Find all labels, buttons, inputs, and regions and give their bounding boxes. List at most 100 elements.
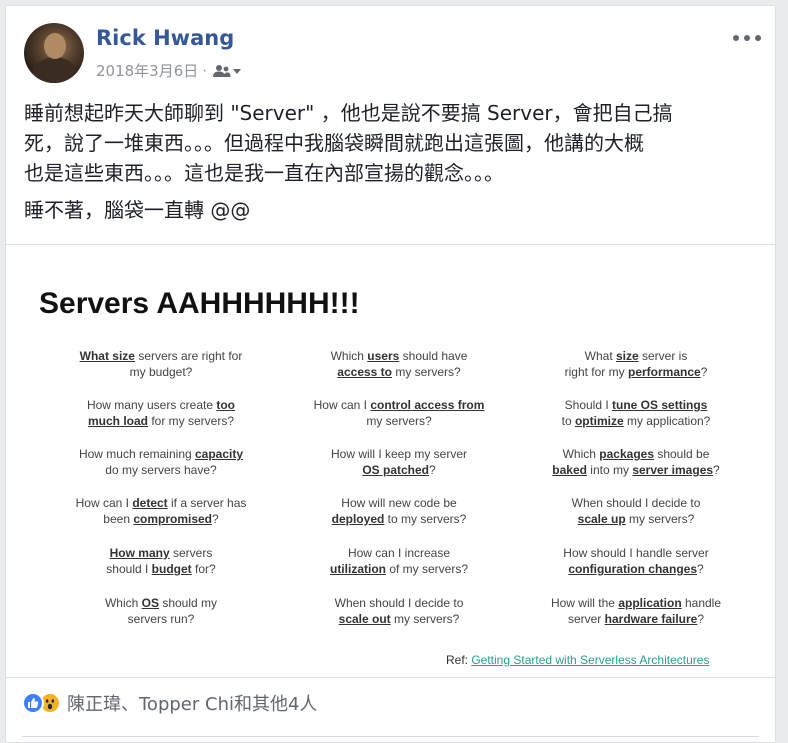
question-keyword: packages — [599, 447, 654, 461]
slide-question-line: to optimize my application? — [521, 413, 751, 429]
question-keyword: server images — [632, 463, 714, 477]
slide-question: Which packages should be baked into my se… — [521, 446, 751, 478]
slide-question: How much remaining capacity do my servers… — [46, 446, 276, 478]
question-keyword: optimize — [574, 414, 624, 428]
post-text: 睡前想起昨天大師聊到 "Server" ，他也是說不要搞 Server，會把自己… — [24, 98, 754, 225]
slide-question-line: my servers? — [284, 413, 514, 429]
reactions-bar[interactable]: 陳正瑋、Topper Chi和其他4人 — [22, 690, 317, 716]
question-text: servers — [169, 546, 213, 560]
slide-question-line: How will I keep my server — [284, 446, 514, 462]
slide-question-line: Should I tune OS settings — [521, 397, 751, 413]
question-keyword: OS — [141, 596, 159, 610]
reactions-label[interactable]: 陳正瑋、Topper Chi和其他4人 — [67, 690, 317, 716]
author-name-link[interactable]: Rick Hwang — [96, 26, 234, 50]
question-text: ? — [700, 365, 708, 379]
question-keyword: capacity — [195, 447, 244, 461]
slide-question: When should I decide to scale out my serv… — [284, 595, 514, 627]
slide-question: What size server is right for my performa… — [521, 348, 751, 380]
question-keyword: detect — [132, 496, 168, 510]
friends-icon[interactable] — [211, 64, 242, 78]
slide-question: How can I detect if a server has been com… — [46, 495, 276, 527]
question-text: ? — [697, 612, 705, 626]
question-text: How will the — [550, 596, 619, 610]
ref-label: Ref: — [446, 653, 472, 667]
slide-question-line: How much remaining capacity — [46, 446, 276, 462]
question-text: When should I decide to — [571, 496, 701, 510]
more-options-button[interactable] — [733, 30, 761, 46]
post-timestamp[interactable]: 2018年3月6日 — [96, 60, 198, 81]
ref-link[interactable]: Getting Started with Serverless Architec… — [471, 653, 709, 667]
question-text: Which — [562, 447, 600, 461]
slide-question-line: much load for my servers? — [46, 413, 276, 429]
slide-question-line: scale out my servers? — [284, 611, 514, 627]
slide-question-line: Which OS should my — [46, 595, 276, 611]
slide-question: Which users should have access to my serv… — [284, 348, 514, 380]
question-text: my budget? — [129, 365, 193, 379]
slide-question-line: deployed to my servers? — [284, 511, 514, 527]
slide-question-line: do my servers have? — [46, 462, 276, 478]
slide-question-line: been compromised? — [46, 511, 276, 527]
slide-question-line: What size servers are right for — [46, 348, 276, 364]
slide-question: How can I increase utilization of my serv… — [284, 545, 514, 577]
slide-question: Which OS should my servers run? — [46, 595, 276, 627]
question-keyword: control access from — [370, 398, 485, 412]
question-text: my servers? — [392, 365, 461, 379]
slide-question-line: servers run? — [46, 611, 276, 627]
slide-question: How many users create too much load for m… — [46, 397, 276, 429]
slide-question-line: configuration changes? — [521, 561, 751, 577]
slide-question: What size servers are right for my budget… — [46, 348, 276, 380]
question-text: my servers? — [625, 512, 695, 526]
question-text: should have — [399, 349, 468, 363]
question-text: should be — [654, 447, 710, 461]
question-text: How should I handle server — [563, 546, 709, 560]
slide-question: How should I handle server configuration … — [521, 545, 751, 577]
slide-reference: Ref: Getting Started with Serverless Arc… — [446, 653, 709, 667]
slide-question: How will the application handle server ha… — [521, 595, 751, 627]
question-keyword: baked — [552, 463, 587, 477]
question-text: ? — [697, 562, 704, 576]
question-text: How will new code be — [341, 496, 457, 510]
slide-question-line: Which users should have — [284, 348, 514, 364]
question-text: to my servers? — [384, 512, 467, 526]
avatar-face — [44, 33, 66, 59]
post-image[interactable]: Servers AAHHHHHH!!! What size servers ar… — [6, 244, 775, 678]
question-keyword: too — [216, 398, 236, 412]
question-text: do my servers have? — [105, 463, 217, 477]
question-keyword: How many — [109, 546, 170, 560]
dot-icon — [733, 35, 739, 41]
chevron-down-icon — [233, 68, 242, 74]
slide-question-line: should I budget for? — [46, 561, 276, 577]
slide-title: Servers AAHHHHHH!!! — [39, 287, 360, 320]
question-text: of my servers? — [385, 562, 469, 576]
question-text: my servers? — [366, 414, 432, 428]
author-avatar[interactable] — [24, 23, 84, 83]
question-text: servers run? — [127, 612, 195, 626]
slide-question-line: When should I decide to — [521, 495, 751, 511]
question-text: for? — [191, 562, 216, 576]
question-keyword: performance — [627, 365, 701, 379]
slide-question-line: How will new code be — [284, 495, 514, 511]
question-text: server is — [638, 349, 688, 363]
avatar-shoulders — [32, 57, 78, 83]
meta-separator: · — [202, 61, 208, 80]
dot-icon — [755, 35, 761, 41]
question-text: Which — [330, 349, 368, 363]
question-text: What — [584, 349, 616, 363]
slide-question-line: How can I detect if a server has — [46, 495, 276, 511]
question-text: How can I — [313, 398, 371, 412]
question-keyword: application — [618, 596, 682, 610]
question-keyword: deployed — [331, 512, 385, 526]
post-text-line: 死，說了一堆東西。。。但過程中我腦袋瞬間就跑出這張圖，他講的大概 — [24, 131, 644, 155]
post-text-line: 睡不著，腦袋一直轉 @@ — [24, 198, 251, 222]
question-keyword: scale out — [338, 612, 391, 626]
question-text: to — [561, 414, 575, 428]
question-keyword: tune OS settings — [612, 398, 708, 412]
slide-question: Should I tune OS settings to optimize my … — [521, 397, 751, 429]
post-card: Rick Hwang 2018年3月6日 · 睡前想起昨天大師聊到 "Serve… — [5, 5, 776, 743]
question-text: How can I — [75, 496, 133, 510]
question-keyword: hardware failure — [604, 612, 698, 626]
slide-question-line: How can I control access from — [284, 397, 514, 413]
question-keyword: scale up — [577, 512, 626, 526]
question-keyword: size — [615, 349, 639, 363]
question-text: into my — [586, 463, 633, 477]
